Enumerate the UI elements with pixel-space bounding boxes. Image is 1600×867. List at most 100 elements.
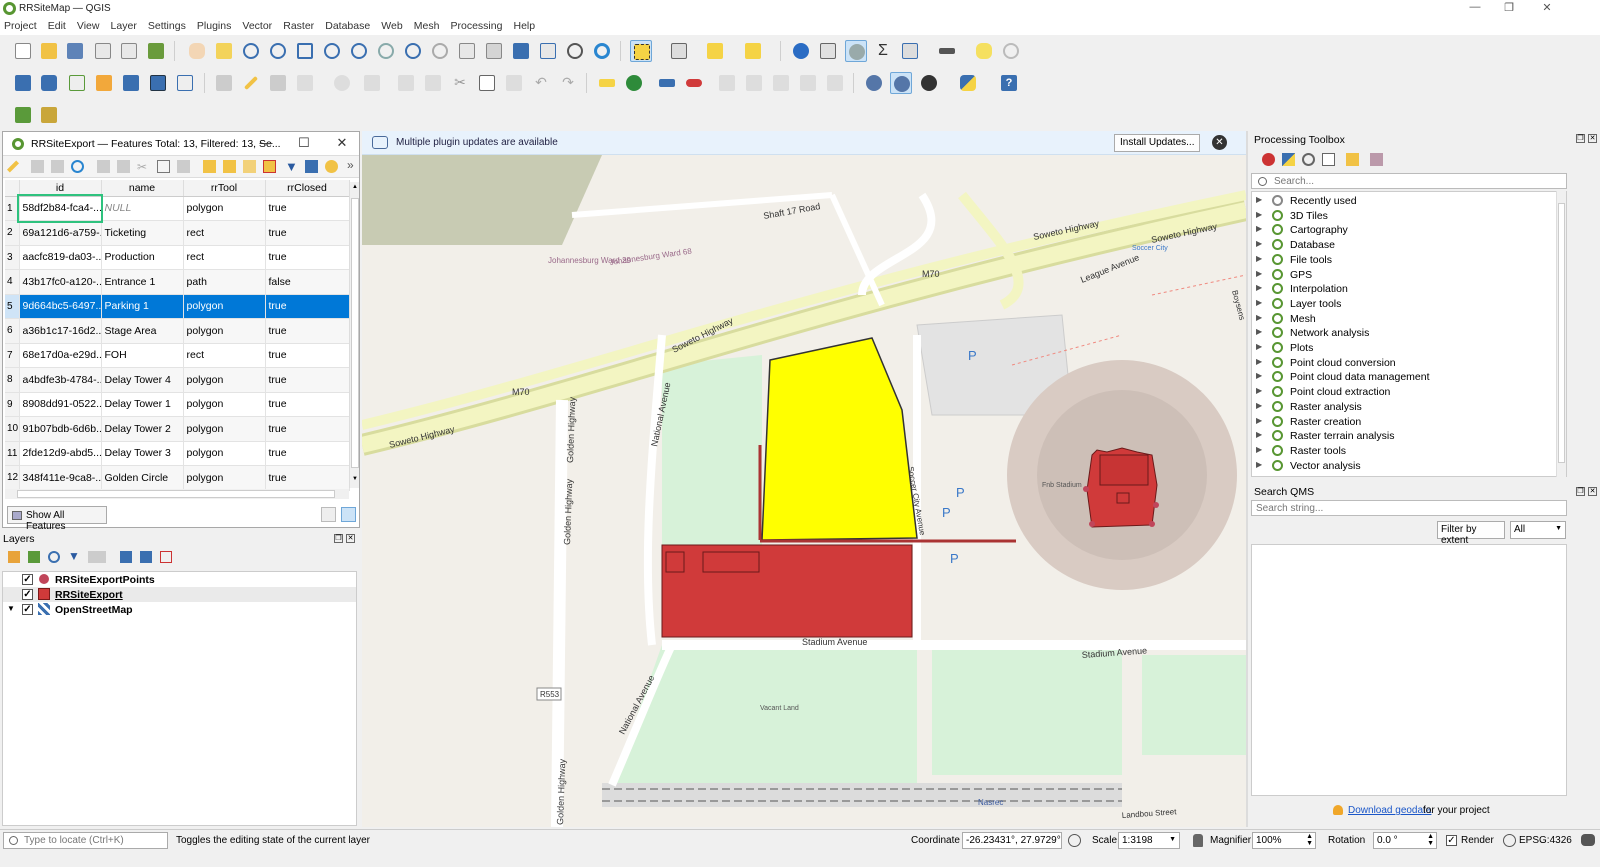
current-edits-button[interactable] — [213, 72, 235, 94]
menu-edit[interactable]: Edit — [44, 18, 70, 32]
toolbox-scroll-thumb[interactable] — [1558, 203, 1565, 463]
new-virtual-layer-button[interactable] — [147, 72, 169, 94]
toolbox-item[interactable]: ▶ Raster terrain analysis — [1252, 429, 1552, 444]
horizontal-scrollbar[interactable] — [5, 489, 349, 499]
layer-item-rrsiteexport[interactable]: ✓ RRSiteExport — [3, 587, 356, 602]
layer-diagram-button[interactable] — [623, 72, 645, 94]
menu-web[interactable]: Web — [377, 18, 406, 32]
cell-name[interactable]: Entrance 1 — [101, 269, 184, 295]
zoom-out-button[interactable] — [267, 40, 289, 62]
row-number[interactable]: 12 — [5, 465, 20, 491]
select-by-value-button[interactable] — [742, 40, 764, 62]
new-3d-view-button[interactable] — [483, 40, 505, 62]
change-label-button[interactable] — [770, 72, 792, 94]
toolbox-item[interactable]: ▶ Cartography — [1252, 223, 1552, 238]
show-hide-labels-button[interactable] — [797, 72, 819, 94]
site-point[interactable] — [1149, 521, 1155, 527]
models-icon[interactable] — [1262, 153, 1275, 166]
rotation-field[interactable]: 0.0 ° ▲ ▼ — [1373, 832, 1437, 849]
cell-name[interactable]: Delay Tower 1 — [101, 392, 184, 417]
expand-arrow-icon[interactable]: ▶ — [1256, 342, 1262, 351]
expand-arrow-icon[interactable]: ▶ — [1256, 430, 1262, 439]
delete-feature-icon[interactable] — [117, 160, 130, 173]
move-label-button[interactable] — [716, 72, 738, 94]
cut-features-button[interactable]: ✂ — [449, 72, 471, 94]
row-number[interactable]: 10 — [5, 416, 20, 442]
row-number[interactable]: 1 — [5, 196, 20, 221]
menu-plugins[interactable]: Plugins — [193, 18, 235, 32]
table-row[interactable]: 2 69a121d6-a759-... Ticketing rect true — [5, 220, 350, 246]
expand-arrow-icon[interactable]: ▶ — [1256, 195, 1262, 204]
cell-rrclosed[interactable]: true — [265, 392, 350, 417]
toolbox-item[interactable]: ▶ Network analysis — [1252, 326, 1552, 341]
copy-icon[interactable] — [157, 160, 170, 173]
expand-arrow-icon[interactable]: ▶ — [1256, 283, 1262, 292]
row-number[interactable]: 6 — [5, 318, 20, 344]
menu-database[interactable]: Database — [321, 18, 374, 32]
stage-area-polygon[interactable] — [661, 544, 913, 638]
layers-close-button[interactable]: ✕ — [346, 534, 355, 543]
lock-icon[interactable] — [1193, 834, 1203, 847]
cell-rrtool[interactable]: polygon — [183, 294, 266, 319]
new-project-button[interactable] — [12, 40, 34, 62]
expand-arrow-icon[interactable]: ▶ — [1256, 224, 1262, 233]
new-mesh-layer-button[interactable] — [174, 72, 196, 94]
python-console-button[interactable] — [957, 72, 979, 94]
copy-features-button[interactable] — [476, 72, 498, 94]
trash-button[interactable] — [422, 72, 444, 94]
row-number[interactable]: 4 — [5, 269, 20, 295]
zoom-to-selection-button[interactable] — [321, 40, 343, 62]
toolbox-item[interactable]: ▶ Point cloud extraction — [1252, 385, 1552, 400]
table-row[interactable]: 6 a36b1c17-16d2... Stage Area polygon true — [5, 318, 350, 344]
move-selection-top-icon[interactable] — [305, 160, 318, 173]
expand-all-icon[interactable] — [120, 551, 132, 563]
expand-arrow-icon[interactable]: ▶ — [1256, 239, 1262, 248]
save-project-button[interactable] — [64, 40, 86, 62]
toggle-label-display-button[interactable] — [683, 72, 705, 94]
menu-settings[interactable]: Settings — [144, 18, 190, 32]
expand-arrow-icon[interactable]: ▶ — [1256, 445, 1262, 454]
new-map-view-button[interactable] — [456, 40, 478, 62]
zoom-full-button[interactable] — [294, 40, 316, 62]
maximize-button[interactable]: ❐ — [1496, 1, 1522, 17]
filter-expression-icon[interactable] — [88, 551, 106, 563]
menu-view[interactable]: View — [73, 18, 104, 32]
multi-edit-icon[interactable] — [31, 160, 44, 173]
toolbox-item[interactable]: ▶ Raster analysis — [1252, 400, 1552, 415]
map-svg[interactable]: P P P P Shaft 17 Road Soweto Highway Sow… — [362, 155, 1246, 827]
select-features-button[interactable] — [630, 40, 652, 62]
coordinate-field[interactable]: -26.23431°, 27.9729° — [962, 832, 1062, 849]
toolbox-item[interactable]: ▶ GPS — [1252, 268, 1552, 283]
cell-name[interactable]: Golden Circle — [101, 465, 184, 491]
paste-features-button[interactable] — [503, 72, 525, 94]
table-row[interactable]: 8 a4bdfe3b-4784-... Delay Tower 4 polygon tr… — [5, 367, 350, 393]
cell-rrtool[interactable]: polygon — [183, 465, 266, 491]
pan-to-selection-button[interactable] — [213, 40, 235, 62]
cell-id[interactable]: 2fde12d9-abd5... — [19, 441, 102, 466]
undo-button[interactable]: ↶ — [530, 72, 552, 94]
table-view-button[interactable] — [341, 507, 356, 522]
new-shapefile-layer-button[interactable] — [66, 72, 88, 94]
open-project-button[interactable] — [38, 40, 60, 62]
deselect-all-icon[interactable] — [263, 160, 276, 173]
expand-arrow-icon[interactable]: ▶ — [1256, 254, 1262, 263]
map-canvas[interactable]: P P P P Shaft 17 Road Soweto Highway Sow… — [362, 155, 1246, 827]
qms-results-list[interactable] — [1251, 544, 1567, 796]
column-header-id[interactable]: id — [19, 180, 102, 197]
expand-arrow-icon[interactable]: ▶ — [1256, 313, 1262, 322]
vertex-tool-button[interactable] — [331, 72, 353, 94]
qms-button[interactable] — [863, 72, 885, 94]
qms-search-button[interactable] — [890, 72, 912, 94]
cell-rrclosed[interactable]: true — [265, 245, 350, 270]
messages-icon[interactable] — [1581, 834, 1595, 846]
locator-input[interactable]: Type to locate (Ctrl+K) — [3, 832, 168, 849]
hscroll-thumb[interactable] — [17, 490, 335, 498]
locator-search-button[interactable] — [1000, 40, 1022, 62]
layer-labeling-button[interactable] — [596, 72, 618, 94]
table-row[interactable]: 9 8908dd91-0522... Delay Tower 1 polygon tru… — [5, 392, 350, 417]
deselect-button[interactable] — [704, 40, 726, 62]
close-window-button[interactable]: ✕ — [1534, 1, 1560, 17]
python-scripts-icon[interactable] — [1282, 153, 1295, 166]
close-message-button[interactable]: ✕ — [1212, 135, 1227, 150]
save-edits-icon[interactable] — [51, 160, 64, 173]
